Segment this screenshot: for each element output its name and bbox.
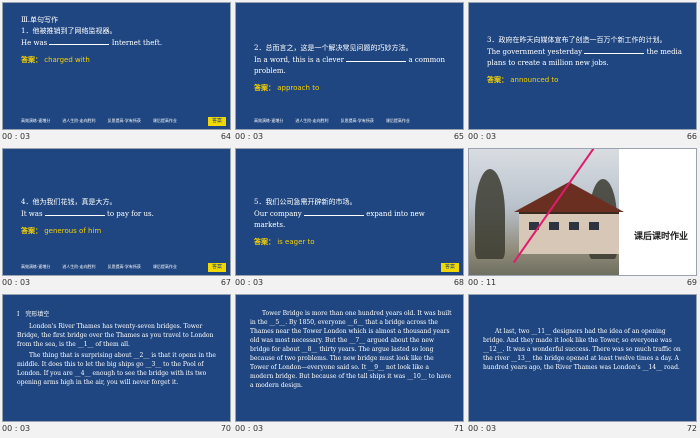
- slide-duration: 00 : 03: [2, 278, 31, 287]
- slide-footer: 00 : 03 70: [2, 422, 231, 436]
- slide-duration: 00 : 03: [235, 132, 264, 141]
- answer-text: 答案： announced to: [487, 76, 559, 84]
- slide-duration: 00 : 03: [468, 132, 497, 141]
- passage-paragraph: Tower Bridge is more than one hundred ye…: [250, 310, 452, 389]
- passage-paragraph: The thing that is surprising about __2__…: [17, 352, 216, 386]
- window: [589, 222, 599, 230]
- nav-item[interactable]: 高效演练·速增分: [21, 264, 50, 270]
- answer-text: 答案： is eager to: [254, 238, 315, 246]
- slide-thumb-67[interactable]: 4．他为我们花钱，真是大方。 It was to pay for us. 答案：…: [0, 146, 233, 292]
- nav-item[interactable]: 高效演练·速增分: [21, 118, 50, 124]
- slide-footer: 00 : 11 69: [468, 276, 697, 290]
- answer-button[interactable]: 答案: [208, 263, 226, 272]
- blank: [346, 54, 407, 62]
- slide-thumb-70[interactable]: Ⅰ 完形填空 London's River Thames has twenty-…: [0, 292, 233, 438]
- question-en: The government yesterday the media plans…: [487, 46, 682, 67]
- question-cn: 2．总而言之，这是一个解决常见问题的巧妙方法。: [254, 44, 413, 52]
- blank: [44, 208, 105, 216]
- slide-number: 67: [220, 278, 231, 287]
- nav-item[interactable]: 进人生阶·走向胜利: [295, 118, 328, 124]
- slide-duration: 00 : 03: [2, 424, 31, 433]
- slide-footer: 00 : 03 71: [235, 422, 464, 436]
- slide-title: 课后课时作业: [633, 232, 688, 242]
- nav-item[interactable]: 课后提高作业: [153, 264, 177, 270]
- slide-number: 72: [686, 424, 697, 433]
- slide-duration: 00 : 03: [468, 424, 497, 433]
- question-en: Our company expand into new markets.: [254, 208, 425, 229]
- question-en: In a word, this is a clever a common pro…: [254, 54, 445, 75]
- blank: [49, 37, 110, 45]
- slide-number: 65: [453, 132, 464, 141]
- slide-number: 66: [686, 132, 697, 141]
- question-en: He was Internet theft.: [21, 37, 163, 47]
- slide-footer: 00 : 03 67: [2, 276, 231, 290]
- slide-thumb-71[interactable]: Tower Bridge is more than one hundred ye…: [233, 292, 466, 438]
- slide-number: 64: [220, 132, 231, 141]
- section-title: Ⅲ.单句写作: [21, 16, 58, 24]
- slide-thumb-64[interactable]: Ⅲ.单句写作 1．他被推销到了网络监视器。 He was Internet th…: [0, 0, 233, 146]
- question-cn: 1．他被推销到了网络监视器。: [21, 27, 117, 35]
- answer-text: 答案： generous of him: [21, 227, 102, 235]
- slide-number: 70: [220, 424, 231, 433]
- slide-thumb-68[interactable]: 5．我们公司急需开辟新的市场。 Our company expand into …: [233, 146, 466, 292]
- nav-item[interactable]: 反思提高·学有所获: [108, 264, 141, 270]
- nav-bar: 高效演练·速增分 进人生阶·走向胜利 反思提高·学有所获 课后提高作业: [254, 117, 410, 125]
- slide-number: 69: [686, 278, 697, 287]
- slide-duration: 00 : 03: [2, 132, 31, 141]
- slide-number: 71: [453, 424, 464, 433]
- slide-footer: 00 : 03 65: [235, 130, 464, 144]
- slide-duration: 00 : 03: [235, 278, 264, 287]
- slide-footer: 00 : 03 64: [2, 130, 231, 144]
- slide-thumb-69[interactable]: 课后课时作业 00 : 11 69: [466, 146, 699, 292]
- slide-71[interactable]: Tower Bridge is more than one hundred ye…: [235, 294, 464, 422]
- answer-button[interactable]: 答案: [441, 263, 459, 272]
- slide-footer: 00 : 03 66: [468, 130, 697, 144]
- question-cn: 5．我们公司急需开辟新的市场。: [254, 198, 357, 206]
- slide-69[interactable]: 课后课时作业: [468, 148, 697, 276]
- passage-paragraph: London's River Thames has twenty-seven b…: [17, 323, 214, 348]
- section-title: Ⅰ 完形填空: [17, 311, 50, 318]
- slide-64[interactable]: Ⅲ.单句写作 1．他被推销到了网络监视器。 He was Internet th…: [2, 2, 231, 130]
- question-cn: 4．他为我们花钱，真是大方。: [21, 198, 117, 206]
- nav-item[interactable]: 进人生阶·走向胜利: [62, 264, 95, 270]
- blank: [584, 46, 645, 54]
- answer-text: 答案： approach to: [254, 84, 320, 92]
- nav-item[interactable]: 反思提高·学有所获: [341, 118, 374, 124]
- nav-item[interactable]: 高效演练·速增分: [254, 118, 283, 124]
- nav-item[interactable]: 进人生阶·走向胜利: [62, 118, 95, 124]
- house-photo: [469, 149, 624, 275]
- slide-70[interactable]: Ⅰ 完形填空 London's River Thames has twenty-…: [2, 294, 231, 422]
- nav-item[interactable]: 反思提高·学有所获: [108, 118, 141, 124]
- nav-item[interactable]: 课后提高作业: [153, 118, 177, 124]
- answer-button[interactable]: 答案: [208, 117, 226, 126]
- slide-duration: 00 : 11: [468, 278, 497, 287]
- nav-bar: 高效演练·速增分 进人生阶·走向胜利 反思提高·学有所获 课后提高作业: [21, 117, 177, 125]
- slide-72[interactable]: At last, two __11__ designers had the id…: [468, 294, 697, 422]
- slide-66[interactable]: 3．政府在昨天向媒体宣布了创造一百万个新工作的计划。 The governmen…: [468, 2, 697, 130]
- slide-thumb-72[interactable]: At last, two __11__ designers had the id…: [466, 292, 699, 438]
- answer-text: 答案： charged with: [21, 56, 90, 64]
- slide-65[interactable]: 2．总而言之，这是一个解决常见问题的巧妙方法。 In a word, this …: [235, 2, 464, 130]
- question-en: It was to pay for us.: [21, 208, 154, 218]
- slide-footer: 00 : 03 72: [468, 422, 697, 436]
- slide-duration: 00 : 03: [235, 424, 264, 433]
- blank: [303, 208, 364, 216]
- window: [549, 222, 559, 230]
- passage-paragraph: At last, two __11__ designers had the id…: [483, 328, 681, 371]
- slide-thumb-65[interactable]: 2．总而言之，这是一个解决常见问题的巧妙方法。 In a word, this …: [233, 0, 466, 146]
- nav-item[interactable]: 课后提高作业: [386, 118, 410, 124]
- slide-number: 68: [453, 278, 464, 287]
- window: [569, 222, 579, 230]
- slide-footer: 00 : 03 68: [235, 276, 464, 290]
- slide-68[interactable]: 5．我们公司急需开辟新的市场。 Our company expand into …: [235, 148, 464, 276]
- question-cn: 3．政府在昨天向媒体宣布了创造一百万个新工作的计划。: [487, 36, 667, 44]
- slide-67[interactable]: 4．他为我们花钱，真是大方。 It was to pay for us. 答案：…: [2, 148, 231, 276]
- slide-grid: Ⅲ.单句写作 1．他被推销到了网络监视器。 He was Internet th…: [0, 0, 700, 438]
- slide-thumb-66[interactable]: 3．政府在昨天向媒体宣布了创造一百万个新工作的计划。 The governmen…: [466, 0, 699, 146]
- nav-bar: 高效演练·速增分 进人生阶·走向胜利 反思提高·学有所获 课后提高作业: [21, 263, 177, 271]
- tree-shape: [475, 169, 505, 259]
- house-roof: [514, 182, 624, 212]
